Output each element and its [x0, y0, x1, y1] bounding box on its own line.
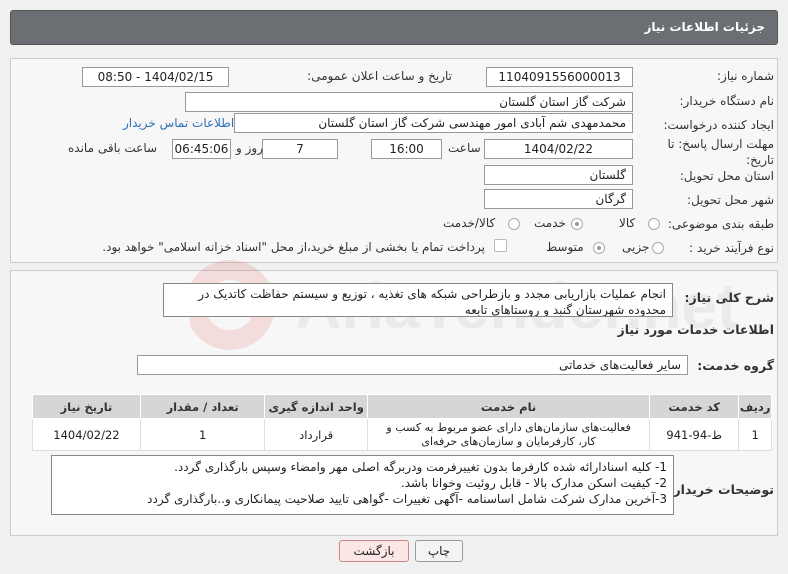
purchase-type-label: نوع فرآیند خرید : [689, 241, 774, 255]
summary-textarea[interactable]: انجام عملیات بازاریابی مجدد و بازطراحی ش… [163, 283, 673, 317]
purchase-radio-medium[interactable] [593, 242, 605, 254]
requester-label: ایجاد کننده درخواست: [663, 118, 774, 132]
category-option-service: خدمت [534, 216, 566, 230]
service-group-field: سایر فعالیت‌های خدماتی [137, 355, 688, 375]
deadline-label: مهلت ارسال پاسخ: تا تاریخ: [667, 137, 774, 167]
category-option-goods: کالا [619, 216, 636, 230]
col-unit: واحد اندازه گیری [264, 394, 369, 419]
city-label: شهر محل تحویل: [687, 193, 774, 207]
cell-date: 1404/02/22 [32, 418, 141, 451]
deadline-time-label: ساعت [448, 141, 481, 155]
deadline-date-field: 1404/02/22 [484, 139, 633, 159]
province-label: استان محل تحویل: [679, 169, 774, 183]
requester-field: محمدمهدی شم آبادی امور مهندسی شرکت گاز ا… [234, 113, 633, 133]
cell-row: 1 [738, 418, 772, 451]
col-qty: تعداد / مقدار [139, 394, 266, 419]
need-number-label: شماره نیاز: [717, 69, 774, 83]
buyer-notes-label: توضیحات خریدار: [668, 482, 774, 497]
deadline-time-field: 16:00 [371, 139, 442, 159]
buyer-org-field: شرکت گاز استان گلستان [185, 92, 633, 112]
category-label: طبقه بندی موضوعی: [667, 217, 774, 231]
print-button[interactable]: چاپ [415, 540, 463, 562]
cell-qty: 1 [139, 418, 266, 451]
city-field: گرگان [484, 189, 633, 209]
cell-name: فعالیت‌های سازمان‌های دارای عضو مربوط به… [367, 418, 651, 451]
category-radio-goods-service[interactable] [508, 218, 520, 230]
col-name: نام خدمت [367, 394, 651, 419]
buyer-notes-textarea[interactable]: 1- کلیه اسنادارائه شده کارفرما بدون تغیی… [51, 455, 674, 515]
col-date: تاریخ نیاز [32, 394, 141, 419]
col-row: ردیف [738, 394, 772, 419]
services-table: ردیف کد خدمت نام خدمت واحد اندازه گیری ت… [32, 394, 772, 451]
treasury-checkbox[interactable] [494, 239, 507, 252]
buyer-org-label: نام دستگاه خریدار: [679, 94, 775, 108]
days-label: روز و [236, 141, 263, 155]
remaining-time-field: 06:45:06 [172, 139, 231, 159]
remaining-time-label: ساعت باقی مانده [68, 141, 158, 155]
back-button[interactable]: بازگشت [339, 540, 409, 562]
announce-datetime-label: تاریخ و ساعت اعلان عمومی: [307, 69, 452, 83]
announce-datetime-field: 1404/02/15 - 08:50 [82, 67, 229, 87]
buyer-note-line-2: 2- کیفیت اسکن مدارک بالا - قابل روئیت وخ… [400, 476, 667, 490]
treasury-note: پرداخت تمام یا بخشی از مبلغ خرید،از محل … [102, 240, 485, 254]
buyer-contact-link[interactable]: اطلاعات تماس خریدار [123, 116, 234, 130]
category-radio-goods[interactable] [648, 218, 660, 230]
summary-label: شرح کلی نیاز: [684, 290, 774, 305]
category-radio-service[interactable] [571, 218, 583, 230]
page-title: جزئیات اطلاعات نیاز [10, 10, 778, 45]
purchase-radio-minor[interactable] [652, 242, 664, 254]
cell-unit: قرارداد [264, 418, 369, 451]
service-group-label: گروه خدمت: [697, 358, 774, 373]
table-row: 1 ط-94-941 فعالیت‌های سازمان‌های دارای ع… [32, 418, 772, 451]
cell-code: ط-94-941 [649, 418, 740, 451]
need-number-field: 1104091556000013 [486, 67, 633, 87]
category-option-goods-service: کالا/خدمت [443, 216, 496, 230]
days-field: 7 [262, 139, 338, 159]
services-section-title: اطلاعات خدمات مورد نیاز [617, 322, 775, 337]
purchase-option-medium: متوسط [546, 240, 584, 254]
buyer-note-line-3: 3-آخرین مدارک شرکت شامل اساسنامه -آگهی ت… [147, 492, 667, 506]
col-code: کد خدمت [649, 394, 740, 419]
purchase-option-minor: جزیی [622, 240, 650, 254]
buyer-note-line-1: 1- کلیه اسنادارائه شده کارفرما بدون تغیی… [174, 460, 667, 474]
province-field: گلستان [484, 165, 633, 185]
